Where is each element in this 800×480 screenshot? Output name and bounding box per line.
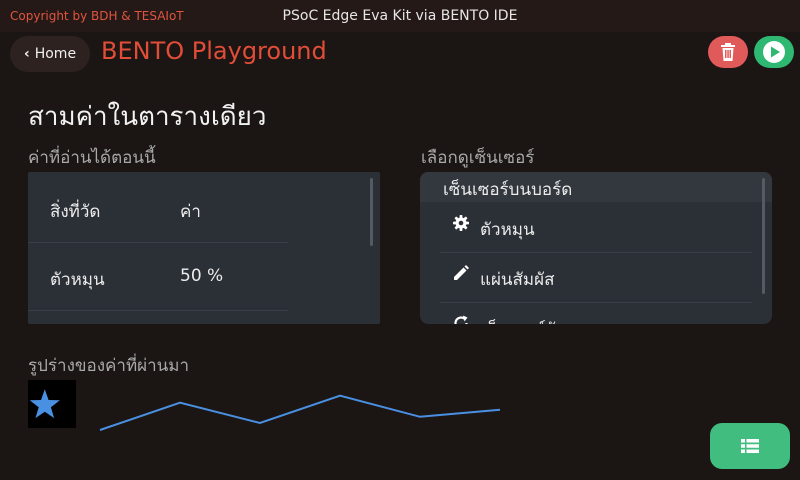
chevron-left-icon: ‹ bbox=[23, 46, 30, 62]
column-header-value: ค่า bbox=[180, 202, 201, 222]
history-thumbnail bbox=[28, 380, 76, 428]
sensor-label: เซ็นเซอร์วัดการหมุน bbox=[480, 316, 629, 324]
reading-name: ตัวหมุน bbox=[50, 270, 105, 290]
readings-title: ค่าที่อ่านได้ตอนนี้ bbox=[28, 148, 156, 168]
history-sparkline bbox=[99, 394, 501, 431]
reading-value: 50 % bbox=[180, 266, 224, 286]
table-icon bbox=[741, 439, 759, 453]
table-view-button[interactable] bbox=[710, 423, 790, 469]
sensor-item-touchpad[interactable]: แผ่นสัมผัส bbox=[440, 252, 752, 303]
sensor-group-header: เซ็นเซอร์บนบอร์ด bbox=[420, 172, 772, 202]
delete-button[interactable] bbox=[708, 36, 748, 68]
section-heading: สามค่าในตารางเดียว bbox=[28, 102, 267, 132]
readings-table[interactable]: สิ่งที่วัด ค่า ตัวหมุน 50 % bbox=[28, 172, 380, 324]
page-title: BENTO Playground bbox=[101, 37, 327, 65]
refresh-icon bbox=[454, 315, 468, 324]
sensor-list[interactable]: เซ็นเซอร์บนบอร์ด ตัวหมุน แผ่นสัมผัส เซ็น… bbox=[420, 172, 772, 324]
top-bar: Copyright by BDH & TESAIoT PSoC Edge Eva… bbox=[0, 0, 800, 32]
readings-scrollbar[interactable] bbox=[370, 178, 373, 246]
sensors-title: เลือกดูเซ็นเซอร์ bbox=[421, 148, 535, 168]
sensor-label: แผ่นสัมผัส bbox=[480, 270, 555, 290]
app-title: PSoC Edge Eva Kit via BENTO IDE bbox=[282, 8, 518, 24]
gear-icon bbox=[453, 215, 469, 231]
sensor-item-knob[interactable]: ตัวหมุน bbox=[440, 202, 752, 253]
sparkline-path bbox=[99, 394, 501, 431]
sensor-label: ตัวหมุน bbox=[480, 220, 535, 240]
row-divider bbox=[28, 310, 288, 311]
pencil-icon bbox=[454, 265, 469, 280]
home-label: Home bbox=[34, 46, 77, 62]
trash-icon bbox=[721, 43, 735, 61]
history-title: รูปร่างของค่าที่ผ่านมา bbox=[28, 356, 190, 376]
play-icon bbox=[763, 41, 785, 63]
sensor-item-rotation[interactable]: เซ็นเซอร์วัดการหมุน bbox=[440, 302, 752, 324]
run-button[interactable] bbox=[754, 36, 794, 68]
home-button[interactable]: ‹ Home bbox=[10, 36, 90, 72]
row-divider bbox=[28, 242, 288, 243]
star-icon bbox=[29, 389, 60, 419]
column-header-measure: สิ่งที่วัด bbox=[50, 202, 101, 222]
sensor-scrollbar[interactable] bbox=[762, 178, 765, 294]
sensor-group-label: เซ็นเซอร์บนบอร์ด bbox=[443, 180, 573, 200]
